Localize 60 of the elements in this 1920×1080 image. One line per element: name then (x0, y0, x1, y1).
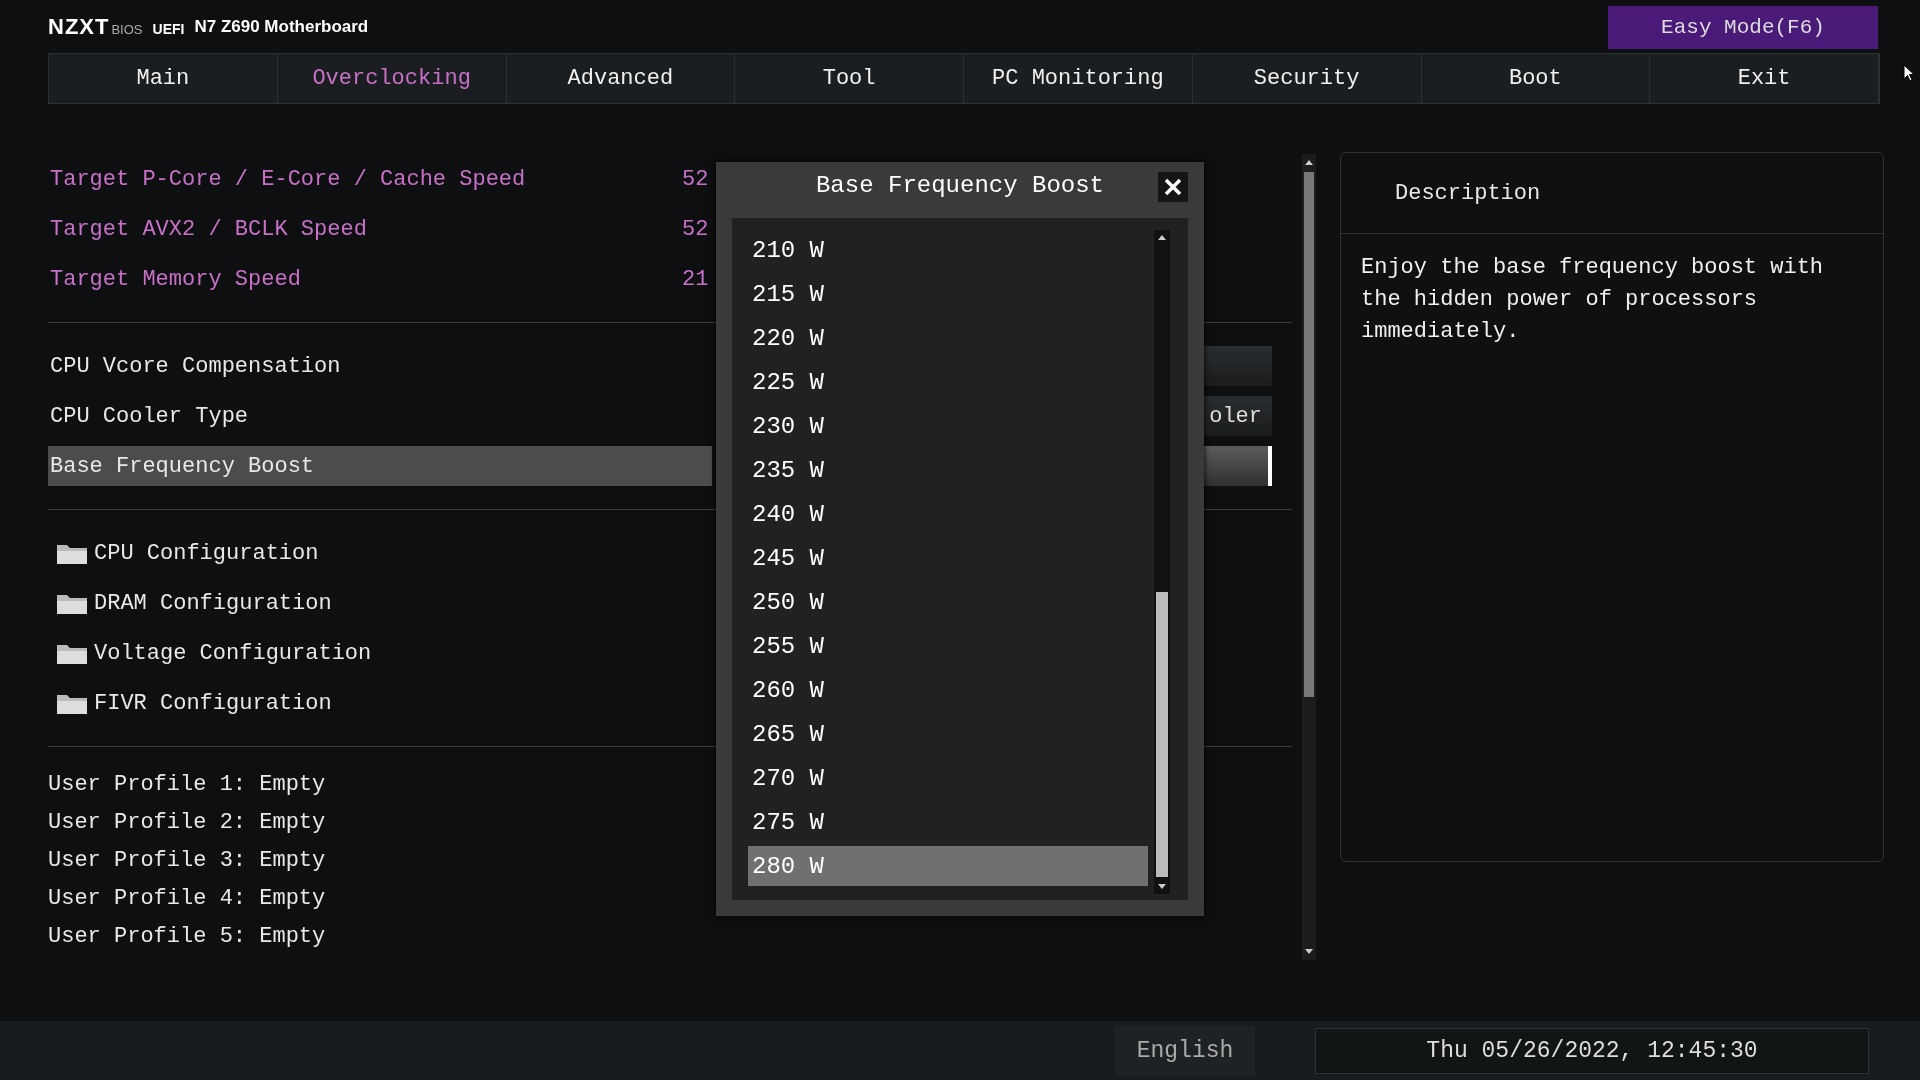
scroll-up-icon[interactable] (1304, 158, 1314, 166)
menu-tab[interactable]: Boot (1421, 54, 1651, 103)
option-item[interactable]: 230 W (748, 406, 1148, 446)
profile-entry[interactable]: User Profile 2: Empty (48, 809, 326, 835)
submenu-link[interactable]: DRAM Configuration (94, 590, 332, 616)
option-item[interactable]: 235 W (748, 450, 1148, 490)
menu-tab[interactable]: Overclocking (277, 54, 507, 103)
close-button[interactable] (1158, 172, 1188, 202)
setting-value: 21 (682, 266, 709, 292)
board-name: N7 Z690 Motherboard (194, 16, 369, 37)
option-item[interactable]: 210 W (748, 230, 1148, 270)
option-item[interactable]: 260 W (748, 670, 1148, 710)
option-item[interactable]: 275 W (748, 802, 1148, 842)
submenu-link[interactable]: CPU Configuration (94, 540, 319, 566)
option-item[interactable]: 250 W (748, 582, 1148, 622)
option-item[interactable]: 255 W (748, 626, 1148, 666)
setting-row[interactable]: CPU Cooler Type (48, 396, 712, 436)
uefi-label: UEFI (152, 20, 185, 37)
setting-row[interactable]: Base Frequency Boost (48, 446, 712, 486)
menu-tab[interactable]: Tool (735, 54, 964, 103)
dialog-title: Base Frequency Boost (815, 172, 1104, 199)
option-item[interactable]: 215 W (748, 274, 1148, 314)
list-scrollbar[interactable] (1154, 230, 1170, 894)
option-item[interactable]: 270 W (748, 758, 1148, 798)
scroll-down-icon[interactable] (1304, 948, 1314, 956)
option-item[interactable]: 225 W (748, 362, 1148, 402)
setting-row[interactable]: CPU Vcore Compensation (48, 346, 712, 386)
description-text: Enjoy the base frequency boost with the hidden power of processors immediately. (1360, 254, 1825, 346)
panel-title: Description (1395, 180, 1541, 206)
setting-label[interactable]: Target AVX2 / BCLK Speed (48, 216, 682, 242)
menu-tab[interactable]: Security (1192, 54, 1422, 103)
profile-entry[interactable]: User Profile 4: Empty (48, 885, 326, 911)
value-button[interactable]: oler (1202, 396, 1272, 436)
date-time-display: Thu 05/26/2022, 12:45:30 (1315, 1027, 1869, 1074)
mouse-pointer-icon (1903, 64, 1915, 82)
setting-value: 52 (682, 166, 709, 192)
setting-label[interactable]: Target P-Core / E-Core / Cache Speed (48, 166, 682, 192)
setting-label[interactable]: Target Memory Speed (48, 266, 682, 292)
setting-value: 52 (682, 216, 709, 242)
profile-entry[interactable]: User Profile 1: Empty (48, 771, 326, 797)
value-button[interactable] (1202, 446, 1272, 486)
scrollbar[interactable] (1302, 154, 1316, 960)
submenu-link[interactable]: Voltage Configuration (94, 640, 372, 666)
menu-tab[interactable]: PC Monitoring (964, 54, 1193, 103)
option-item[interactable]: 220 W (748, 318, 1148, 358)
option-item[interactable]: 280 W (748, 846, 1148, 886)
easy-mode-button[interactable]: Easy Mode(F6) (1608, 6, 1878, 49)
submenu-link[interactable]: FIVR Configuration (94, 690, 332, 716)
close-icon (1164, 178, 1182, 196)
menu-tab[interactable]: Main (49, 54, 278, 103)
menu-tab[interactable]: Advanced (506, 54, 736, 103)
option-item[interactable]: 240 W (748, 494, 1148, 534)
option-item[interactable]: 245 W (748, 538, 1148, 578)
menu-tab[interactable]: Exit (1650, 54, 1879, 103)
brand-logo: NZXT (48, 13, 110, 40)
language-button[interactable]: English (1115, 1025, 1255, 1076)
profile-entry[interactable]: User Profile 3: Empty (48, 847, 326, 873)
option-item[interactable]: 265 W (748, 714, 1148, 754)
logo-subtitle: BIOS (111, 22, 143, 37)
profile-entry[interactable]: User Profile 5: Empty (48, 923, 326, 949)
